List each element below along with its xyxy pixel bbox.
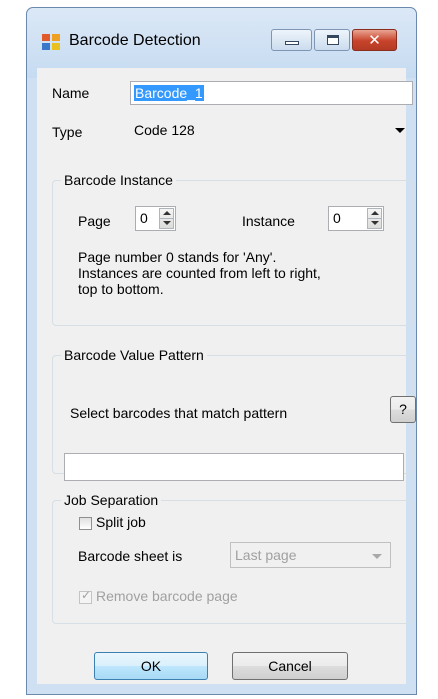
page-label: Page bbox=[78, 213, 111, 229]
hint-line: Page number 0 stands for 'Any'. bbox=[78, 249, 277, 265]
spin-up-icon bbox=[371, 211, 379, 215]
page-spinner[interactable]: 0 bbox=[135, 206, 176, 231]
spin-up-icon bbox=[163, 211, 171, 215]
minimize-icon bbox=[285, 41, 299, 45]
hint-line: Instances are counted from left to right… bbox=[78, 265, 321, 281]
instance-spinner[interactable]: 0 bbox=[328, 206, 384, 231]
type-select[interactable]: Code 128 bbox=[130, 116, 411, 143]
app-icon bbox=[42, 34, 60, 50]
name-input-value: Barcode_1 bbox=[134, 85, 204, 101]
instance-label: Instance bbox=[242, 213, 295, 229]
remove-page-checkbox[interactable]: ✓ bbox=[79, 588, 92, 604]
barcode-sheet-select[interactable]: Last page bbox=[230, 542, 391, 568]
ok-button[interactable]: OK bbox=[94, 652, 208, 680]
split-job-checkbox[interactable] bbox=[79, 517, 92, 530]
close-icon: ✕ bbox=[368, 31, 381, 49]
value-pattern-description: Select barcodes that match pattern bbox=[70, 405, 288, 421]
barcode-instance-title: Barcode Instance bbox=[61, 172, 176, 188]
minimize-button[interactable] bbox=[271, 29, 312, 51]
job-separation-title: Job Separation bbox=[61, 492, 162, 508]
split-job-label[interactable]: Split job bbox=[96, 514, 146, 530]
type-label: Type bbox=[52, 124, 83, 140]
barcode-sheet-label: Barcode sheet is bbox=[78, 548, 183, 564]
type-select-value: Code 128 bbox=[134, 122, 195, 138]
instance-spinner-value: 0 bbox=[333, 210, 341, 226]
instance-spinner-buttons[interactable] bbox=[367, 208, 382, 229]
value-pattern-title: Barcode Value Pattern bbox=[61, 347, 207, 363]
window-title: Barcode Detection bbox=[69, 32, 201, 49]
hint-line: top to bottom. bbox=[78, 281, 164, 297]
instance-hint: Page number 0 stands for 'Any'. Instance… bbox=[78, 249, 358, 297]
spin-down-icon bbox=[163, 221, 171, 225]
chevron-down-icon bbox=[372, 554, 382, 559]
chevron-down-icon bbox=[395, 128, 405, 133]
close-button[interactable]: ✕ bbox=[352, 29, 397, 51]
remove-page-label[interactable]: Remove barcode page bbox=[96, 588, 238, 604]
check-icon: ✓ bbox=[81, 588, 92, 602]
pattern-input[interactable] bbox=[64, 453, 404, 481]
page-spinner-buttons[interactable] bbox=[159, 208, 174, 229]
name-label: Name bbox=[52, 85, 90, 101]
name-input[interactable]: Barcode_1 bbox=[130, 81, 413, 105]
help-button[interactable]: ? bbox=[390, 396, 416, 423]
page-spinner-value: 0 bbox=[140, 210, 148, 226]
maximize-button[interactable] bbox=[314, 29, 350, 51]
cancel-button[interactable]: Cancel bbox=[232, 652, 348, 680]
maximize-icon bbox=[327, 35, 339, 45]
spin-down-icon bbox=[371, 221, 379, 225]
barcode-sheet-value: Last page bbox=[235, 547, 297, 563]
